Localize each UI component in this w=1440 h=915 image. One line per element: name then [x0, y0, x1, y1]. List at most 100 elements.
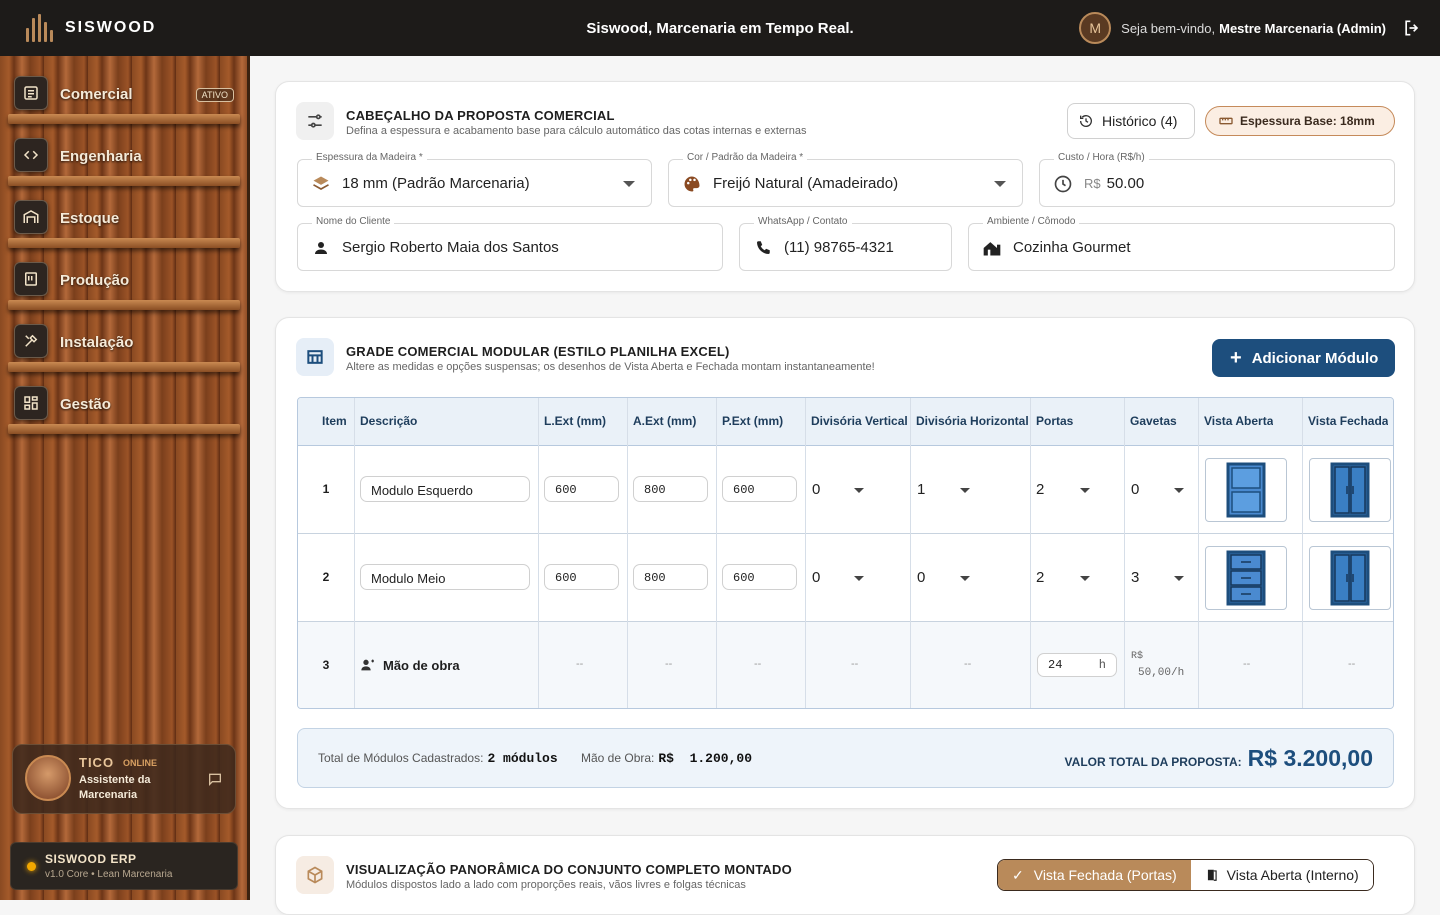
- history-button[interactable]: Histórico (4): [1067, 103, 1195, 139]
- col-header: L.Ext (mm): [544, 414, 607, 428]
- user-area: M Seja bem-vindo, Mestre Marcenaria (Adm…: [1079, 12, 1422, 44]
- height-input[interactable]: 800: [633, 476, 708, 502]
- hourly-cost-field[interactable]: Custo / Hora (R$/h) R$ 50.00: [1039, 152, 1395, 207]
- card-title: CABEÇALHO DA PROPOSTA COMERCIAL: [346, 108, 615, 123]
- select-value: 2: [1036, 569, 1045, 586]
- table-row: 1 Modulo Esquerdo 600 800 600 0 1 2 0: [298, 446, 1393, 534]
- open-view-thumbnail[interactable]: [1205, 458, 1287, 522]
- user-name: Mestre Marcenaria (Admin): [1219, 20, 1386, 36]
- field-label: Espessura da Madeira *: [312, 152, 427, 163]
- description-input[interactable]: Modulo Meio: [360, 564, 530, 590]
- cube-icon: [296, 856, 334, 894]
- sidebar-item-label: Produção: [60, 272, 130, 289]
- chevron-down-icon: [854, 488, 864, 493]
- view-toggle: ✓ Vista Fechada (Portas) Vista Aberta (I…: [997, 859, 1374, 891]
- labor-row: 3 Mão de obra -- -- -- -- -- 24 h R$ 50,…: [298, 622, 1393, 708]
- closed-view-thumbnail[interactable]: [1309, 458, 1391, 522]
- hours-unit: h: [1098, 658, 1106, 672]
- whatsapp-field[interactable]: WhatsApp / Contato (11) 98765-4321: [739, 216, 952, 271]
- labor-total-value: R$ 1.200,00: [658, 751, 752, 766]
- width-input[interactable]: 600: [544, 476, 619, 502]
- check-icon: ✓: [1012, 866, 1024, 883]
- add-module-button[interactable]: + Adicionar Módulo: [1212, 339, 1395, 377]
- shelf: [8, 424, 240, 434]
- thickness-label: Espessura Base: 18mm: [1240, 114, 1375, 128]
- assistant-card[interactable]: TICO ONLINE Assistente da Marcenaria: [12, 744, 236, 814]
- empty-cell: --: [851, 658, 859, 670]
- table-header: Item Descrição L.Ext (mm) A.Ext (mm) P.E…: [298, 398, 1393, 446]
- col-divider: [627, 398, 628, 708]
- closed-view-toggle[interactable]: ✓ Vista Fechada (Portas): [998, 860, 1191, 890]
- person-icon: [310, 237, 332, 259]
- cabinet-doors-icon: [1330, 550, 1370, 606]
- install-icon: [14, 324, 48, 358]
- brand-name: SISWOOD: [65, 19, 157, 36]
- modules-table: Item Descrição L.Ext (mm) A.Ext (mm) P.E…: [297, 397, 1394, 709]
- assistant-name: TICO: [79, 755, 115, 770]
- sidebar-item-label: Engenharia: [60, 148, 142, 165]
- labor-total-label: Mão de Obra:: [581, 751, 655, 765]
- chat-icon[interactable]: [207, 771, 223, 787]
- empty-cell: --: [1348, 658, 1356, 670]
- closed-view-thumbnail[interactable]: [1309, 546, 1391, 610]
- totals-bar: Total de Módulos Cadastrados: 2 módulos M…: [297, 728, 1394, 788]
- card-subtitle: Defina a espessura e acabamento base par…: [346, 125, 807, 137]
- empty-cell: --: [1243, 658, 1251, 670]
- user-avatar[interactable]: M: [1079, 12, 1112, 44]
- col-header: Descrição: [360, 414, 418, 428]
- height-input[interactable]: 800: [633, 564, 708, 590]
- logout-icon[interactable]: [1402, 18, 1422, 38]
- sidebar-item-estoque[interactable]: Estoque: [8, 198, 240, 254]
- field-label: WhatsApp / Contato: [754, 216, 852, 227]
- col-divider: [910, 398, 911, 708]
- warehouse-icon: [14, 200, 48, 234]
- sidebar: Comercial ATIVO Engenharia Estoque Produ…: [0, 56, 250, 900]
- ruler-icon: [1219, 117, 1233, 125]
- open-view-toggle[interactable]: Vista Aberta (Interno): [1190, 860, 1373, 890]
- siswood-logo-icon: [26, 14, 53, 42]
- chevron-down-icon: [1080, 488, 1090, 493]
- thickness-select[interactable]: Espessura da Madeira * 18 mm (Padrão Mar…: [297, 152, 652, 207]
- empty-cell: --: [964, 658, 972, 670]
- currency-prefix: R$: [1084, 176, 1101, 191]
- panorama-card: VISUALIZAÇÃO PANORÂMICA DO CONJUNTO COMP…: [275, 835, 1415, 915]
- brand[interactable]: SISWOOD: [26, 14, 266, 42]
- shelf: [8, 176, 240, 186]
- door-open-icon: [1207, 869, 1217, 881]
- col-divider: [1030, 398, 1031, 708]
- width-input[interactable]: 600: [544, 564, 619, 590]
- sidebar-item-label: Estoque: [60, 210, 120, 227]
- depth-input[interactable]: 600: [722, 476, 797, 502]
- description-input[interactable]: Modulo Esquerdo: [360, 476, 530, 502]
- erp-name: SISWOOD ERP: [45, 852, 137, 866]
- room-field[interactable]: Ambiente / Cômodo Cozinha Gourmet: [968, 216, 1395, 271]
- sidebar-item-instalacao[interactable]: Instalação: [8, 322, 240, 378]
- row-item: 1: [322, 482, 330, 496]
- thickness-badge: Espessura Base: 18mm: [1205, 106, 1395, 136]
- sidebar-item-producao[interactable]: Produção: [8, 260, 240, 316]
- chevron-down-icon: [960, 488, 970, 493]
- col-header: A.Ext (mm): [633, 414, 697, 428]
- sidebar-item-engenharia[interactable]: Engenharia: [8, 136, 240, 192]
- cabinet-doors-icon: [1330, 462, 1370, 518]
- col-divider: [1302, 398, 1303, 708]
- depth-input[interactable]: 600: [722, 564, 797, 590]
- color-select[interactable]: Cor / Padrão da Madeira * Freijó Natural…: [668, 152, 1023, 207]
- open-view-thumbnail[interactable]: [1205, 546, 1287, 610]
- client-name-field[interactable]: Nome do Cliente Sergio Roberto Maia dos …: [297, 216, 723, 271]
- card-title: GRADE COMERCIAL MODULAR (ESTILO PLANILHA…: [346, 344, 730, 359]
- field-value: Sergio Roberto Maia dos Santos: [342, 239, 559, 256]
- store-icon: [14, 76, 48, 110]
- select-value: 0: [812, 481, 821, 498]
- chevron-down-icon: [623, 181, 635, 187]
- history-label: Histórico (4): [1102, 113, 1178, 129]
- field-value: 50.00: [1106, 175, 1145, 192]
- field-label: Ambiente / Cômodo: [983, 216, 1080, 227]
- rate-value: 50,00/h: [1138, 667, 1185, 679]
- sidebar-item-comercial[interactable]: Comercial ATIVO: [8, 74, 240, 130]
- labor-hours-input[interactable]: 24 h: [1037, 653, 1117, 677]
- empty-cell: --: [576, 658, 584, 670]
- col-header: Item: [322, 414, 347, 428]
- chevron-down-icon: [1174, 576, 1184, 581]
- sidebar-item-gestao[interactable]: Gestão: [8, 384, 240, 440]
